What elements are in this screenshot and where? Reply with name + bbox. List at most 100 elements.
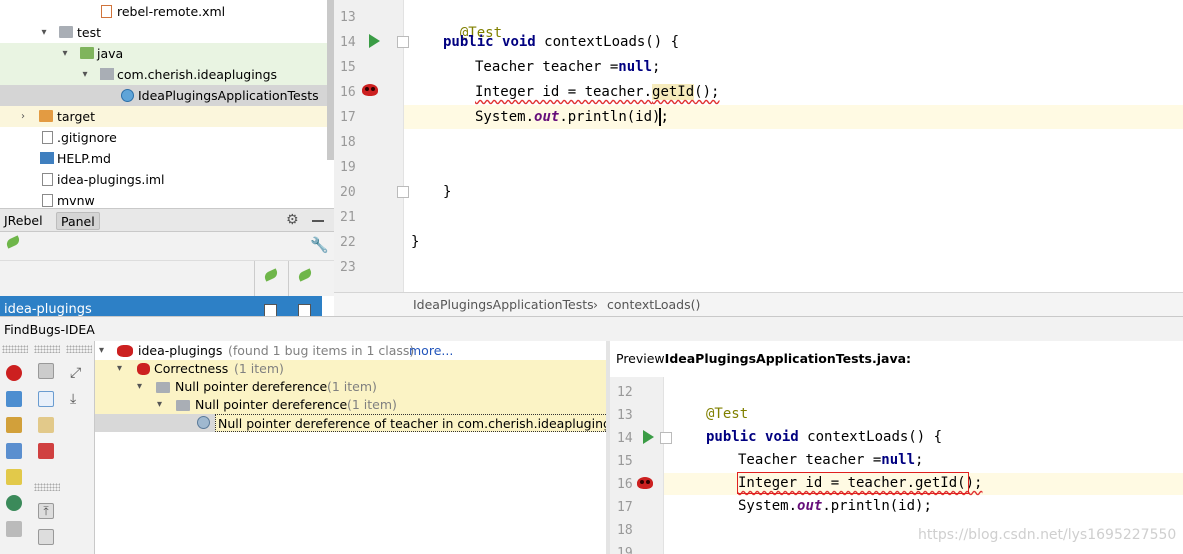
line-number: 22 [340, 235, 356, 250]
jrebel-leaf-icon[interactable] [4, 235, 22, 249]
tab-panel[interactable]: Panel [56, 212, 100, 230]
markdown-file-icon [40, 152, 54, 164]
bug-icon [117, 345, 133, 357]
findbugs-toolbar: ⤢ ⤓ ⤒ [0, 341, 95, 554]
bug-category-icon [137, 363, 150, 375]
preview-line-14: public void contextLoads() { [706, 429, 943, 445]
fold-marker-icon[interactable] [660, 432, 672, 444]
bug-marker-icon[interactable] [362, 84, 378, 96]
chevron-down-icon[interactable]: ▾ [117, 360, 122, 378]
analyze-package-icon[interactable] [6, 417, 22, 433]
analyze-file-icon[interactable] [6, 365, 22, 381]
line-number: 17 [340, 110, 356, 125]
export-icon[interactable]: ⤓ [70, 391, 86, 407]
run-test-icon[interactable] [369, 34, 380, 48]
breadcrumb-separator: › [593, 297, 598, 312]
line-number: 14 [340, 35, 356, 50]
jrebel-module-row[interactable]: idea-plugings [0, 296, 322, 318]
toolbar-grip [34, 345, 60, 353]
folder-icon [59, 26, 73, 38]
bug-marker-icon[interactable] [637, 477, 653, 489]
line-number: 15 [617, 454, 633, 469]
tree-item-help-md[interactable]: HELP.md [0, 148, 334, 169]
expand-icon[interactable]: ⤢ [70, 365, 86, 381]
tree-item-target[interactable]: › target [0, 106, 334, 127]
code-line-20: } [443, 184, 452, 200]
chevron-down-icon[interactable]: ▾ [157, 396, 162, 414]
result-root[interactable]: ▾ idea-plugings (found 1 bug items in 1 … [95, 342, 606, 360]
code-line-14: public void contextLoads() { [443, 34, 680, 50]
line-number: 20 [340, 185, 356, 200]
tree-item-mvnw[interactable]: mvnw [0, 190, 334, 208]
search-icon[interactable] [38, 529, 54, 545]
chevron-down-icon[interactable]: ▾ [79, 64, 91, 85]
tree-item-test[interactable]: ▾ test [0, 22, 334, 43]
minimize-icon[interactable] [312, 220, 324, 222]
group-by-package-icon[interactable] [38, 417, 54, 433]
chevron-right-icon[interactable]: › [17, 106, 29, 127]
wrench-icon[interactable]: 🔧 [310, 236, 329, 254]
fold-marker-icon[interactable] [397, 36, 409, 48]
line-number: 14 [617, 431, 633, 446]
jrebel-tab-bar: JRebel Panel ⚙ [0, 208, 334, 232]
chevron-down-icon[interactable]: ▾ [59, 43, 71, 64]
code-line-15: Teacher teacher =null; [475, 59, 661, 75]
folder-icon [156, 382, 170, 393]
analyze-scope-icon[interactable] [6, 469, 22, 485]
result-group[interactable]: ▾ Null pointer dereference (1 item) [95, 378, 606, 396]
result-bug-item[interactable]: Null pointer dereference of teacher in c… [95, 414, 606, 432]
close-icon[interactable] [6, 521, 22, 537]
gear-icon[interactable]: ⚙ [286, 212, 299, 228]
line-number: 18 [617, 523, 633, 538]
tree-item-iml[interactable]: idea-plugings.iml [0, 169, 334, 190]
remote-column-icon [296, 268, 314, 282]
analyze-project-icon[interactable] [6, 443, 22, 459]
toolbar-grip [2, 345, 28, 353]
chevron-down-icon[interactable]: ▾ [99, 342, 104, 360]
analyze-module-icon[interactable] [6, 391, 22, 407]
chevron-down-icon[interactable]: ▾ [137, 378, 142, 396]
watermark: https://blog.csdn.net/lys1695227550 [918, 527, 1177, 543]
test-source-folder-icon [80, 47, 94, 59]
result-subgroup[interactable]: ▾ Null pointer dereference (1 item) [95, 396, 606, 414]
fold-marker-icon[interactable] [397, 186, 409, 198]
tree-item-gitignore[interactable]: .gitignore [0, 127, 334, 148]
package-icon [100, 68, 114, 80]
code-line-22: } [411, 234, 420, 250]
breadcrumb-method[interactable]: contextLoads() [607, 293, 700, 316]
tree-scrollbar[interactable] [327, 0, 334, 160]
line-number: 12 [617, 385, 633, 400]
group-by-priority-icon[interactable] [38, 443, 54, 459]
preview-line-13: @Test [706, 406, 749, 422]
jrebel-table-header [0, 260, 334, 297]
line-number: 15 [340, 60, 356, 75]
line-number: 17 [617, 500, 633, 515]
chevron-down-icon[interactable]: ▾ [38, 22, 50, 43]
scroll-to-source-icon[interactable]: ⤒ [38, 503, 54, 519]
filter-icon[interactable] [38, 391, 54, 407]
line-number: 23 [340, 260, 356, 275]
column-divider [288, 261, 289, 297]
iml-file-icon [42, 173, 53, 186]
settings-icon[interactable] [6, 495, 22, 511]
tree-item-package[interactable]: ▾ com.cherish.ideaplugings [0, 64, 334, 85]
excluded-folder-icon [39, 110, 53, 122]
xml-file-icon [101, 5, 112, 18]
breadcrumb-class[interactable]: IdeaPlugingsApplicationTests [413, 293, 594, 316]
line-number: 21 [340, 210, 356, 225]
more-link[interactable]: more... [409, 342, 453, 360]
tab-jrebel[interactable]: JRebel [0, 212, 47, 230]
tree-item-rebel-remote-xml[interactable]: rebel-remote.xml [0, 1, 334, 22]
tree-item-test-class[interactable]: IdeaPlugingsApplicationTests [0, 85, 334, 106]
run-test-icon[interactable] [643, 430, 654, 444]
test-class-icon [121, 89, 134, 102]
toolbar-grip [66, 345, 92, 353]
preview-line-15: Teacher teacher =null; [738, 452, 924, 468]
line-number: 13 [617, 408, 633, 423]
analyze-class-icon[interactable] [38, 363, 54, 379]
file-icon [42, 131, 53, 144]
tree-item-java[interactable]: ▾ java [0, 43, 334, 64]
result-category[interactable]: ▾ Correctness (1 item) [95, 360, 606, 378]
line-number: 18 [340, 135, 356, 150]
jrebel-column-icon [262, 268, 280, 282]
